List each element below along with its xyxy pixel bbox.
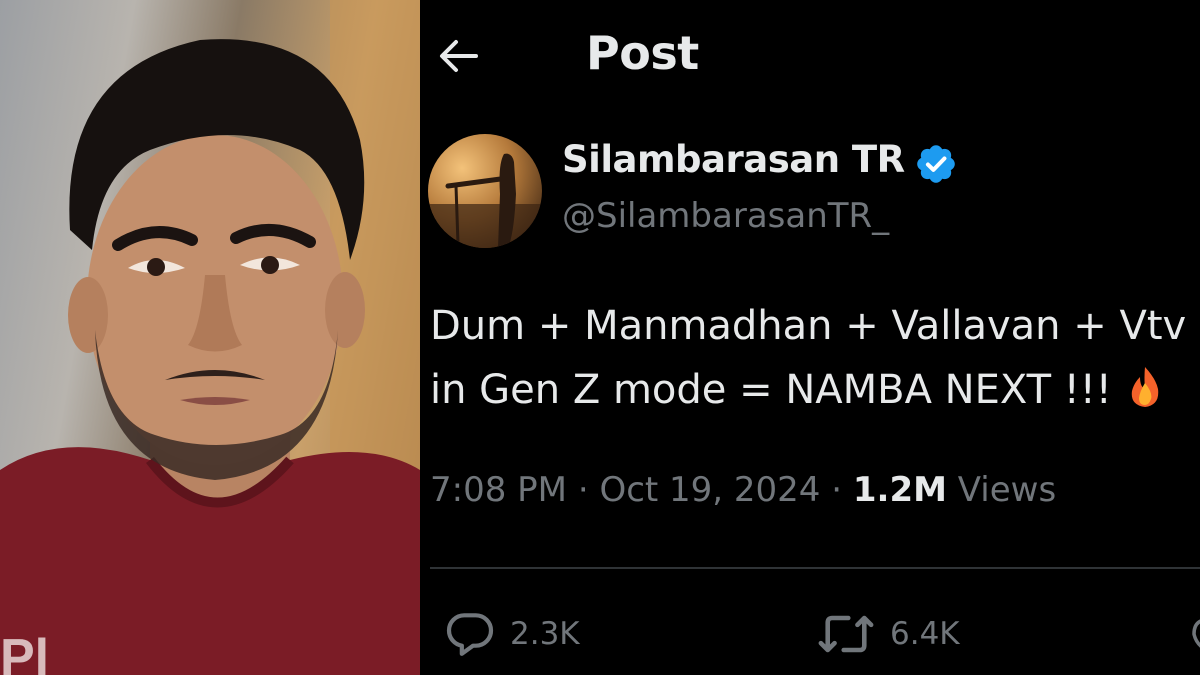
reply-count: 2.3K bbox=[510, 616, 580, 652]
avatar[interactable] bbox=[428, 134, 542, 248]
repost-icon bbox=[818, 615, 874, 653]
post-view: Post Silambarasan TR @SilambarasanTR_ Du… bbox=[420, 0, 1200, 675]
post-date[interactable]: Oct 19, 2024 bbox=[599, 470, 820, 510]
views-count: 1.2M bbox=[852, 470, 947, 510]
person-photo: Pl bbox=[0, 0, 420, 675]
arrow-left-icon bbox=[440, 40, 478, 72]
post-meta: 7:08 PM · Oct 19, 2024 · 1.2M Views bbox=[430, 470, 1056, 510]
meta-separator: · bbox=[831, 470, 843, 510]
like-button[interactable] bbox=[1190, 606, 1200, 662]
header: Post bbox=[420, 0, 1200, 110]
avatar-image bbox=[428, 153, 542, 248]
heart-icon bbox=[1192, 619, 1200, 648]
repost-count: 6.4K bbox=[890, 616, 960, 652]
verified-badge-icon bbox=[917, 145, 955, 183]
back-button[interactable] bbox=[434, 30, 484, 80]
divider bbox=[430, 567, 1200, 569]
fire-icon bbox=[1131, 367, 1159, 407]
views-label: Views bbox=[957, 470, 1057, 510]
shirt-print: Pl bbox=[0, 629, 49, 675]
post-text-line: Dum + Manmadhan + Vallavan + Vtv bbox=[430, 303, 1187, 349]
page-title: Post bbox=[586, 26, 699, 80]
post-time[interactable]: 7:08 PM bbox=[430, 470, 567, 510]
repost-button[interactable]: 6.4K bbox=[814, 606, 960, 662]
person-illustration: Pl bbox=[0, 0, 420, 675]
post-text-line-content: in Gen Z mode = NAMBA NEXT !!! bbox=[430, 367, 1112, 413]
meta-separator: · bbox=[577, 470, 589, 510]
reply-button[interactable]: 2.3K bbox=[442, 606, 580, 662]
post-text-line: in Gen Z mode = NAMBA NEXT !!! bbox=[430, 358, 1200, 422]
reply-icon bbox=[446, 613, 494, 656]
author-display-name[interactable]: Silambarasan TR bbox=[562, 138, 905, 181]
post-text: Dum + Manmadhan + Vallavan + Vtv in Gen … bbox=[430, 294, 1200, 422]
author-handle[interactable]: @SilambarasanTR_ bbox=[562, 196, 889, 236]
